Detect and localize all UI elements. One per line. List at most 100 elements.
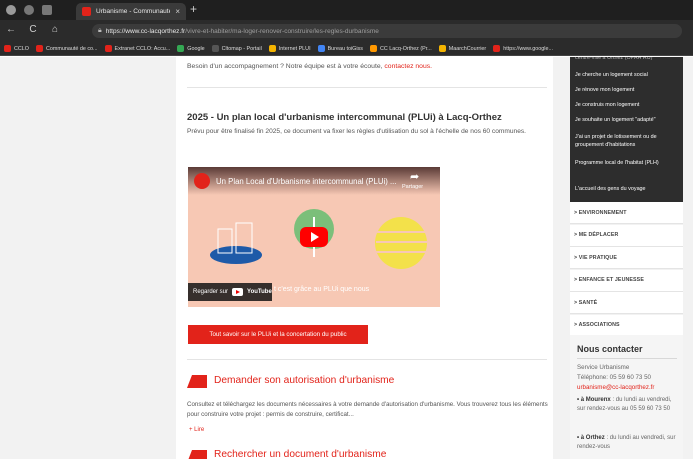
bookmark-icon [438, 45, 446, 52]
profile-icon[interactable] [6, 5, 16, 15]
bookmark-item[interactable]: Extranet CCLO: Accu... [104, 45, 171, 52]
bookmark-item[interactable]: Cltomap - Portail [211, 45, 262, 52]
contact-box: Nous contacter Service Urbanisme Télépho… [570, 335, 683, 459]
contact-link[interactable]: contactez nous. [384, 63, 432, 70]
tab-title: Urbanisme - Communauté de co [96, 8, 171, 15]
mourenx-label: • à Mourenx [577, 397, 611, 403]
orthez-hours: • à Orthez : du lundi au vendredi, sur r… [577, 434, 681, 453]
sidebar-section-item[interactable]: > ENVIRONNEMENT [570, 202, 683, 224]
section-flag-icon [187, 375, 207, 388]
bookmark-label: Bureau toiGiss [327, 45, 363, 52]
bookmark-label: Cltomap - Portail [221, 45, 262, 52]
tab-actions-icon[interactable] [42, 5, 52, 15]
help-text: Besoin d'un accompagnement ? Notre équip… [187, 63, 383, 70]
browser-titlebar: Urbanisme - Communauté de co × + [0, 0, 693, 20]
divider [187, 359, 547, 360]
watch-on-youtube-button[interactable]: Regarder sur YouTube [188, 283, 272, 301]
housing-menu-item[interactable]: Je cherche un logement social [575, 71, 679, 79]
bookmark-label: Extranet CCLO: Accu... [114, 45, 171, 52]
plui-description: Prévu pour être finalisé fin 2025, ce do… [187, 128, 526, 135]
bookmark-label: Google [187, 45, 205, 52]
bookmark-item[interactable]: Internet PLUI [268, 45, 311, 52]
bookmark-icon [177, 45, 185, 52]
divider [187, 87, 547, 88]
section-flag-icon [187, 450, 207, 459]
bookmark-label: CCLO [14, 45, 29, 52]
help-line: Besoin d'un accompagnement ? Notre équip… [187, 63, 432, 70]
housing-menu-item[interactable]: Je construis mon logement [575, 101, 679, 109]
bookmark-item[interactable]: https://www.google... [493, 45, 553, 52]
authorisation-description: Consultez et téléchargez les documents n… [187, 401, 548, 418]
bookmark-label: Communauté de co... [45, 45, 98, 52]
bookmark-label: Internet PLUI [278, 45, 311, 52]
new-tab-button[interactable]: + [190, 2, 197, 16]
url-text: https://www.cc-lacqorthez.fr/vivre-et-ha… [105, 27, 379, 35]
bookmark-label: MaarchCourrier [448, 45, 487, 52]
refresh-button[interactable]: C [26, 24, 40, 35]
housing-menu-item[interactable]: Programme local de l'habitat (PLH) [575, 159, 679, 167]
bookmark-item[interactable]: Google [177, 45, 205, 52]
search-document-heading[interactable]: Rechercher un document d'urbanisme [214, 449, 386, 459]
bookmark-label: CC Lacq-Orthez (Pr... [379, 45, 432, 52]
site-favicon-icon [82, 7, 91, 16]
plui-heading: 2025 - Un plan local d'urbanisme interco… [187, 112, 502, 123]
youtube-icon [232, 288, 244, 296]
bookmark-icon [369, 45, 377, 52]
video-title[interactable]: Un Plan Local d'Urbanisme intercommunal … [216, 177, 396, 186]
page-content: Besoin d'un accompagnement ? Notre équip… [0, 57, 693, 459]
bookmark-item[interactable]: Communauté de co... [35, 45, 98, 52]
sidebar: centre-ville à Orthez (OPAH RU) Je cherch… [570, 57, 683, 459]
contact-phone: Téléphone: 05 59 60 73 50 [577, 374, 651, 381]
youtube-video-embed[interactable]: Un Plan Local d'Urbanisme intercommunal … [188, 167, 440, 307]
bookmark-icon [35, 45, 43, 52]
sidebar-section-item[interactable]: > SANTÉ [570, 292, 683, 314]
video-caption: t c'est grâce au PLUi que nous [274, 286, 370, 293]
contact-email-link[interactable]: urbanisme@cc-lacqorthez.fr [577, 384, 654, 391]
main-column: Besoin d'un accompagnement ? Notre équip… [176, 57, 553, 459]
channel-logo-icon[interactable] [194, 173, 210, 189]
workspaces-icon[interactable] [24, 5, 34, 15]
contact-title: Nous contacter [577, 344, 643, 354]
bookmarks-bar: CCLO Communauté de co... Extranet CCLO: Ac… [0, 42, 693, 56]
sidebar-section-item[interactable]: > ENFANCE ET JEUNESSE [570, 269, 683, 292]
bookmark-icon [493, 45, 501, 52]
housing-menu-item[interactable]: Je rénove mon logement [575, 86, 679, 94]
bookmark-icon [268, 45, 276, 52]
sidebar-section-item[interactable]: > ME DÉPLACER [570, 224, 683, 247]
youtube-brand: YouTube [247, 289, 272, 295]
browser-navbar: ← C ⌂ 🔒︎ https://www.cc-lacqorthez.fr/vi… [0, 20, 693, 42]
close-tab-icon[interactable]: × [175, 7, 180, 16]
watch-on-label: Regarder sur [193, 289, 229, 295]
bookmark-item[interactable]: CC Lacq-Orthez (Pr... [369, 45, 432, 52]
lock-icon: 🔒︎ [98, 27, 102, 34]
address-bar[interactable]: 🔒︎ https://www.cc-lacqorthez.fr/vivre-et… [92, 24, 682, 38]
orthez-label: • à Orthez [577, 435, 605, 441]
contact-service: Service Urbanisme [577, 364, 630, 371]
mourenx-hours: • à Mourenx : du lundi au vendredi, sur … [577, 396, 681, 415]
bookmark-icon [317, 45, 325, 52]
share-label[interactable]: Partager [402, 184, 423, 190]
housing-submenu: centre-ville à Orthez (OPAH RU) Je cherch… [570, 57, 683, 202]
bookmark-icon [211, 45, 219, 52]
bookmark-label: https://www.google... [503, 45, 553, 52]
home-button[interactable]: ⌂ [48, 24, 62, 35]
divider [577, 358, 677, 359]
bookmark-item[interactable]: MaarchCourrier [438, 45, 487, 52]
share-icon[interactable]: ➦ [410, 170, 419, 183]
sidebar-section-item[interactable]: > VIE PRATIQUE [570, 247, 683, 269]
plui-info-button[interactable]: Tout savoir sur le PLUi et la concertati… [188, 325, 368, 344]
authorisation-heading[interactable]: Demander son autorisation d'urbanisme [214, 375, 394, 386]
housing-menu-item[interactable]: J'ai un projet de lotissement ou de grou… [575, 133, 679, 149]
read-more-link[interactable]: + Lire [189, 427, 204, 433]
bookmark-icon [4, 45, 11, 52]
bookmark-item[interactable]: CCLO [4, 45, 29, 52]
bookmark-item[interactable]: Bureau toiGiss [317, 45, 363, 52]
housing-menu-item[interactable]: Je souhaite un logement "adapté" [575, 116, 679, 124]
back-button[interactable]: ← [4, 24, 18, 35]
housing-menu-item[interactable]: L'accueil des gens du voyage [575, 185, 679, 193]
play-button[interactable] [300, 227, 328, 247]
bookmark-icon [104, 45, 112, 52]
sidebar-section-item[interactable]: > ASSOCIATIONS [570, 314, 683, 337]
housing-menu-item[interactable]: centre-ville à Orthez (OPAH RU) [575, 57, 679, 62]
tab-urbanisme[interactable]: Urbanisme - Communauté de co × [76, 3, 186, 20]
